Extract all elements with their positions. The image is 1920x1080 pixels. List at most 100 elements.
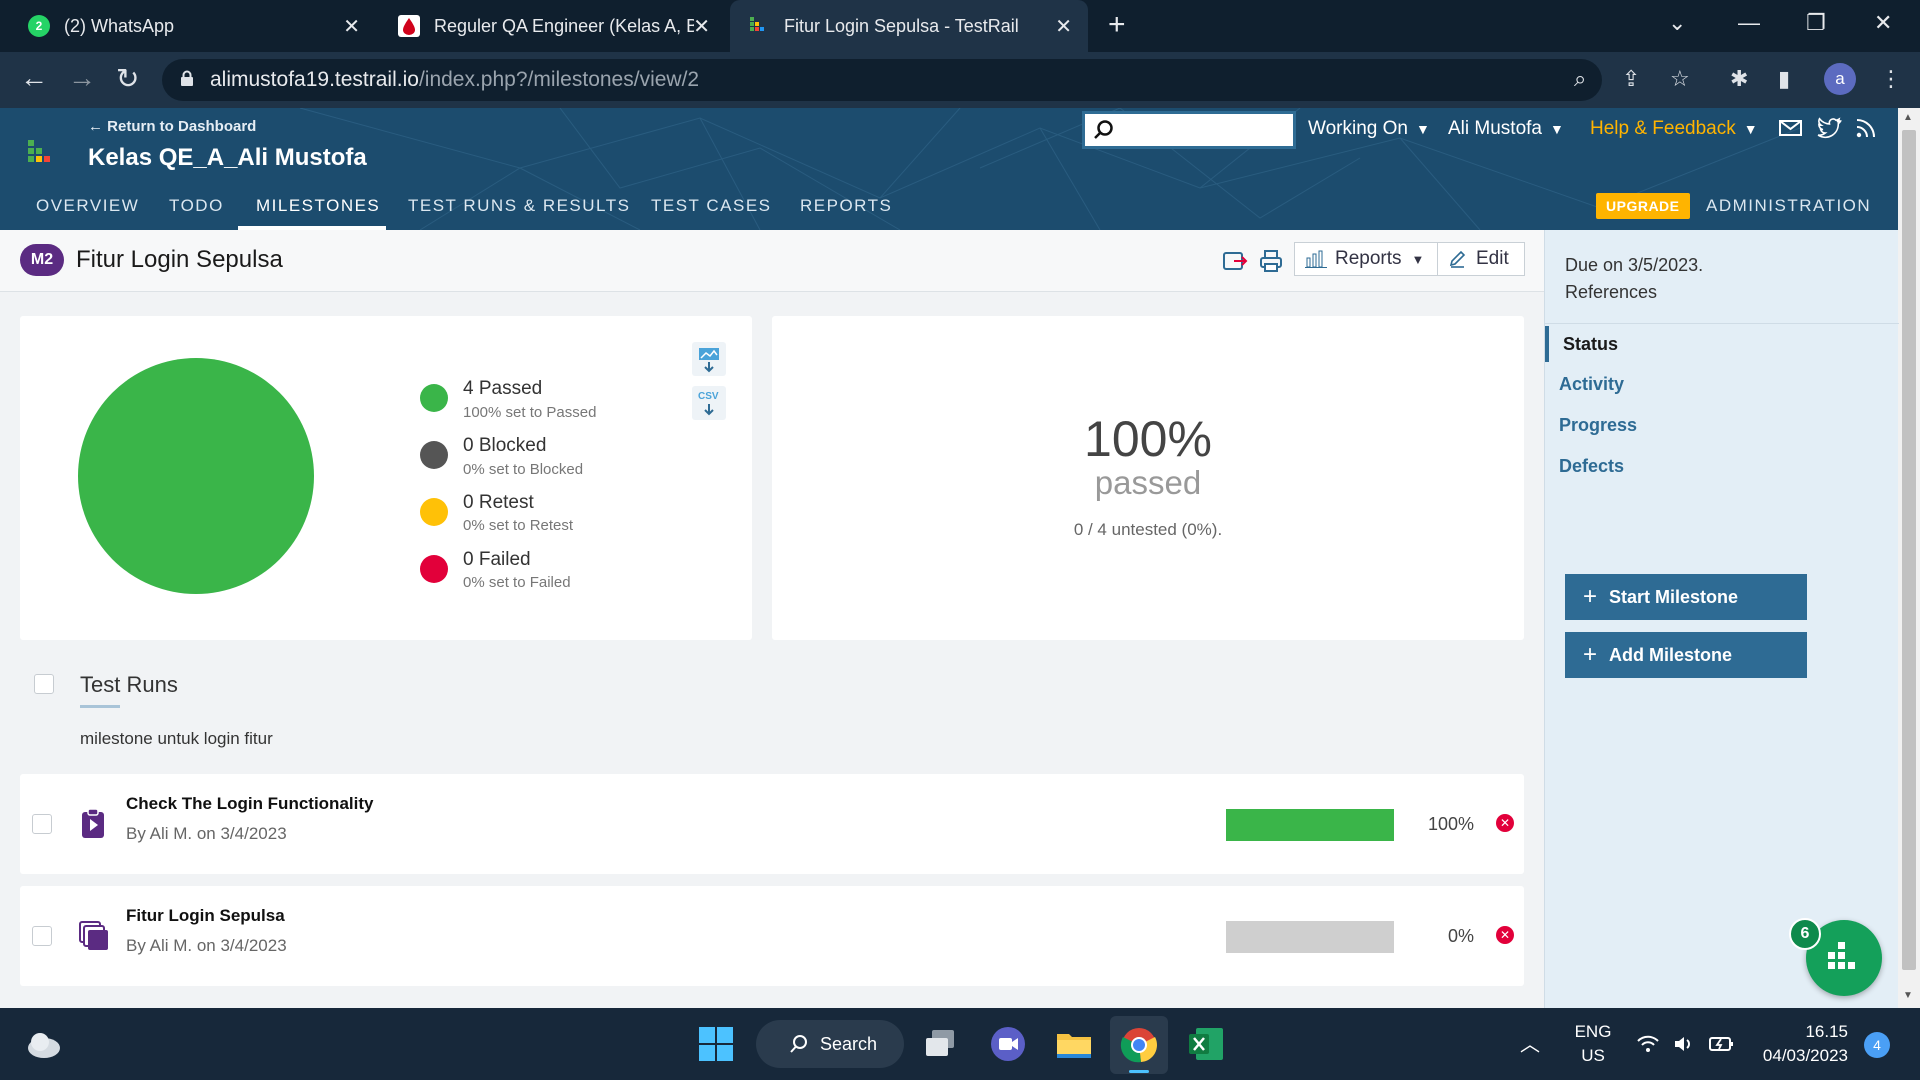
chevron-down-icon: ▼	[1549, 121, 1564, 137]
testrail-favicon-icon	[748, 15, 770, 37]
run-title-link[interactable]: Fitur Login Sepulsa	[126, 906, 285, 926]
zoom-icon[interactable]: ⌕	[1574, 66, 1586, 92]
run-by-line: By Ali M. on 3/4/2023	[126, 824, 287, 843]
working-on-label: Working On	[1308, 118, 1408, 139]
legend-passed-sub: 100% set to Passed	[463, 404, 597, 421]
pie-slice-passed	[78, 358, 314, 594]
minimize-icon[interactable]: —	[1738, 10, 1760, 36]
address-bar[interactable]: alimustofa19.testrail.io/index.php?/mile…	[162, 59, 1602, 101]
testrail-logo-icon	[28, 140, 50, 162]
share-icon[interactable]: ⇪	[1622, 66, 1640, 92]
browser-tab-testrail[interactable]: Fitur Login Sepulsa - TestRail ✕	[730, 0, 1088, 52]
close-tab-icon[interactable]: ✕	[693, 14, 710, 39]
taskbar-search[interactable]: Search	[756, 1020, 904, 1068]
chrome-icon	[1120, 1028, 1158, 1063]
tab-milestones[interactable]: MILESTONES	[256, 196, 380, 216]
back-icon[interactable]: ←	[20, 62, 48, 94]
windows-start-icon[interactable]	[696, 1024, 736, 1064]
profile-avatar[interactable]: a	[1824, 63, 1856, 95]
legend-dot-failed	[420, 555, 448, 583]
tab-overview[interactable]: OVERVIEW	[36, 196, 139, 216]
reload-icon[interactable]: ↻	[116, 62, 139, 95]
download-csv-icon[interactable]: CSV	[692, 386, 726, 420]
add-milestone-button[interactable]: + Add Milestone	[1565, 632, 1807, 678]
browser-menu-icon[interactable]: ⋮	[1880, 66, 1902, 92]
weather-cloud-icon[interactable]	[24, 1030, 64, 1060]
tab-test-cases[interactable]: TEST CASES	[651, 196, 772, 216]
chrome-taskbar-active[interactable]	[1110, 1016, 1168, 1074]
browser-tab-reguler-qa[interactable]: Reguler QA Engineer (Kelas A, B, ✕	[380, 0, 726, 52]
due-date: Due on 3/5/2023.	[1565, 255, 1704, 275]
passed-percent: 100%	[1084, 411, 1212, 467]
sidebar-item-activity[interactable]: Activity	[1559, 374, 1624, 395]
restore-icon[interactable]: ❐	[1806, 10, 1826, 36]
help-feedback-dropdown[interactable]: Help & Feedback ▼	[1590, 118, 1758, 140]
battery-charging-icon[interactable]	[1708, 1034, 1736, 1054]
sidebar-item-status[interactable]: Status	[1545, 326, 1618, 362]
wifi-icon[interactable]	[1636, 1034, 1660, 1054]
tab-test-runs-results[interactable]: TEST RUNS & RESULTS	[408, 196, 630, 216]
select-all-checkbox[interactable]	[34, 674, 54, 694]
tab-reports[interactable]: REPORTS	[800, 196, 892, 216]
test-run-row: Check The Login Functionality By Ali M. …	[20, 774, 1524, 874]
new-tab-icon[interactable]: +	[1108, 8, 1126, 42]
volume-icon[interactable]	[1672, 1034, 1696, 1054]
run-title-link[interactable]: Check The Login Functionality	[126, 794, 373, 814]
upgrade-button[interactable]: UPGRADE	[1596, 193, 1690, 219]
main-content: M2 Fitur Login Sepulsa Reports ▼ Edit 4 …	[0, 230, 1544, 1008]
close-tab-icon[interactable]: ✕	[1055, 14, 1072, 39]
tab-todo[interactable]: TODO	[169, 196, 224, 216]
run-checkbox[interactable]	[32, 814, 52, 834]
twitter-icon[interactable]	[1816, 116, 1842, 140]
legend-failed-sub: 0% set to Failed	[463, 574, 571, 591]
scroll-up-icon[interactable]: ▲	[1903, 112, 1913, 123]
print-icon[interactable]	[1258, 248, 1284, 274]
reports-dropdown-button[interactable]: Reports ▼	[1294, 242, 1438, 276]
global-search-input[interactable]	[1082, 111, 1296, 149]
remove-run-icon[interactable]: ✕	[1496, 814, 1514, 832]
export-icon[interactable]	[1222, 248, 1248, 274]
task-view-icon[interactable]	[922, 1024, 962, 1064]
references-label: References	[1565, 282, 1658, 302]
chevron-down-icon: ▼	[1411, 251, 1425, 267]
bookmark-star-icon[interactable]: ☆	[1670, 66, 1690, 92]
tab-search-chevron-icon[interactable]: ⌄	[1668, 10, 1686, 36]
close-window-icon[interactable]: ✕	[1874, 10, 1892, 36]
region-code: US	[1581, 1046, 1605, 1065]
excel-icon[interactable]	[1186, 1024, 1226, 1064]
remove-run-icon[interactable]: ✕	[1496, 926, 1514, 944]
rss-icon[interactable]	[1854, 116, 1880, 140]
notification-count-badge[interactable]: 4	[1864, 1032, 1890, 1058]
forward-icon[interactable]: →	[68, 62, 96, 94]
browser-tab-whatsapp[interactable]: 2 (2) WhatsApp ✕	[10, 0, 376, 52]
file-explorer-icon[interactable]	[1054, 1024, 1094, 1064]
test-run-icon	[82, 808, 104, 838]
show-hidden-icons[interactable]: ︿	[1520, 1028, 1540, 1057]
start-milestone-button[interactable]: + Start Milestone	[1565, 574, 1807, 620]
edit-button[interactable]: Edit	[1437, 242, 1525, 276]
side-panel-icon[interactable]: ▮	[1778, 66, 1790, 92]
extensions-icon[interactable]: ✱	[1730, 66, 1748, 92]
download-chart-image-icon[interactable]	[692, 342, 726, 376]
tab-administration[interactable]: ADMINISTRATION	[1706, 196, 1871, 216]
sidebar-item-defects[interactable]: Defects	[1559, 456, 1624, 477]
user-menu-dropdown[interactable]: Ali Mustofa ▼	[1448, 118, 1564, 140]
clock[interactable]: 16.15 04/03/2023	[1748, 1022, 1848, 1066]
milestone-title: Fitur Login Sepulsa	[76, 246, 283, 273]
testrail-header: ← Return to Dashboard Kelas QE_A_Ali Mus…	[0, 108, 1898, 230]
whatsapp-icon: 2	[28, 15, 50, 37]
passed-caption: passed	[1094, 464, 1202, 501]
site-favicon-icon	[398, 15, 420, 37]
sidebar-item-progress[interactable]: Progress	[1559, 415, 1637, 436]
run-checkbox[interactable]	[32, 926, 52, 946]
page-scrollbar[interactable]: ▲ ▼	[1898, 108, 1920, 1008]
return-to-dashboard-link[interactable]: ← Return to Dashboard	[88, 118, 256, 135]
scrollbar-thumb[interactable]	[1902, 130, 1916, 970]
scroll-down-icon[interactable]: ▼	[1903, 990, 1913, 1001]
close-tab-icon[interactable]: ✕	[343, 14, 360, 39]
legend-blocked-sub: 0% set to Blocked	[463, 461, 584, 478]
mail-icon[interactable]	[1778, 116, 1804, 140]
teams-meet-icon[interactable]	[988, 1024, 1028, 1064]
language-indicator[interactable]: ENG US	[1568, 1022, 1618, 1066]
working-on-dropdown[interactable]: Working On ▼	[1308, 118, 1430, 140]
